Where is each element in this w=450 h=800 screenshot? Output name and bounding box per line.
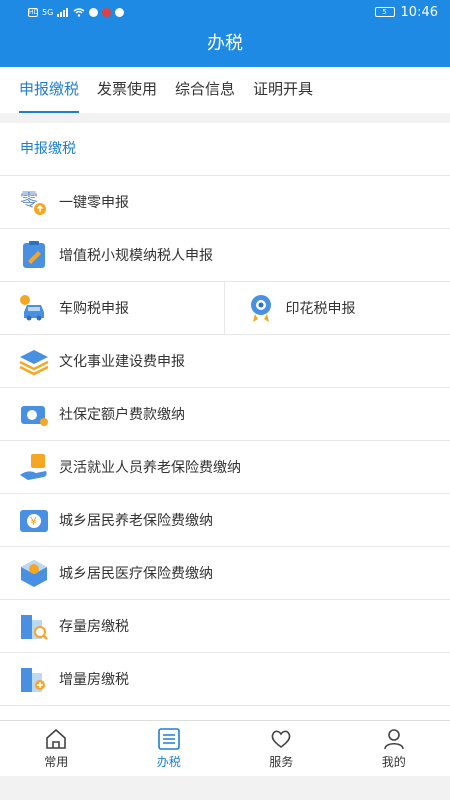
service-list: 申报缴税 零 一键零申报 增值税小规模纳税人申报 车购税申报 印花税申报 文化事… [0, 123, 450, 720]
list-item-label: 车购税申报 [59, 301, 129, 317]
notification-icon [89, 7, 99, 17]
nav-mine[interactable]: 我的 [338, 721, 450, 776]
nav-label: 办税 [156, 755, 181, 769]
tab-general-info[interactable]: 综合信息 [175, 67, 235, 113]
stamp-icon [250, 295, 271, 322]
nav-common[interactable]: 常用 [0, 721, 113, 776]
list-item-new-house[interactable]: 增量房缴税 [0, 653, 450, 706]
list-item-vat-small[interactable]: 增值税小规模纳税人申报 [0, 229, 450, 282]
list-item-flexible-pension[interactable]: 灵活就业人员养老保险费缴纳 [0, 441, 450, 494]
message-icon [115, 7, 125, 17]
status-right: 5 10:46 [374, 4, 438, 20]
home-icon [46, 728, 67, 749]
status-icons: HD 5G [28, 7, 125, 17]
tab-certificate[interactable]: 证明开具 [253, 67, 313, 113]
tab-bar: 申报缴税 发票使用 综合信息 证明开具 [0, 67, 450, 113]
battery-icon: 5 [374, 7, 395, 17]
list-item-label: 存量房缴税 [59, 619, 129, 635]
nav-service[interactable]: 服务 [225, 721, 338, 776]
bottom-nav: 常用 办税 服务 我的 [0, 720, 450, 776]
list-item-label: 灵活就业人员养老保险费缴纳 [59, 460, 241, 476]
list-item-label: 一键零申报 [59, 195, 129, 211]
app-header: HD 5G 5 10:46 办税 [0, 0, 450, 67]
list-row-split: 车购税申报 印花税申报 [0, 282, 450, 335]
list-item-label: 社保定额户费款缴纳 [59, 407, 185, 423]
nav-tax[interactable]: 办税 [113, 721, 226, 776]
list-item-culture-fee[interactable]: 文化事业建设费申报 [0, 335, 450, 388]
nav-label: 常用 [44, 755, 69, 769]
signal-icon [57, 7, 69, 17]
list-item-label: 文化事业建设费申报 [59, 354, 185, 370]
list-item-stamp-tax[interactable]: 印花税申报 [223, 282, 450, 334]
list-item-label: 增量房缴税 [59, 672, 129, 688]
gesture-bar [0, 776, 450, 800]
nav-label: 服务 [269, 755, 294, 769]
heart-icon [271, 730, 291, 748]
app-notification-icon [102, 7, 112, 17]
list-item-label: 城乡居民养老保险费缴纳 [59, 513, 213, 529]
list-item-social-fee[interactable]: 社保定额户费款缴纳 [0, 388, 450, 441]
list-item-zero-declare[interactable]: 零 一键零申报 [0, 176, 450, 229]
tab-declare-pay[interactable]: 申报缴税 [19, 67, 80, 113]
hand-coin-icon [20, 454, 47, 480]
hd-icon: HD [28, 7, 39, 17]
building-plus-icon [21, 668, 45, 692]
status-bar: HD 5G 5 10:46 [0, 0, 450, 24]
list-item-vehicle-tax[interactable]: 车购税申报 [0, 282, 224, 334]
clock: 10:46 [400, 4, 438, 20]
medical-box-icon [21, 560, 47, 587]
list-item-resident-medical[interactable]: 城乡居民医疗保险费缴纳 [0, 547, 450, 600]
user-icon [383, 729, 404, 750]
tab-invoice-use[interactable]: 发票使用 [97, 67, 157, 113]
network-5g-icon: 5G [42, 7, 54, 17]
list-item-resident-pension[interactable]: ¥ 城乡居民养老保险费缴纳 [0, 494, 450, 547]
svg-text:¥: ¥ [30, 515, 37, 528]
car-icon [20, 295, 44, 321]
list-item-stock-house[interactable]: 存量房缴税 [0, 600, 450, 653]
yuan-card-icon: ¥ [20, 510, 48, 532]
nav-label: 我的 [381, 755, 406, 769]
building-search-icon [21, 615, 48, 640]
list-item-label: 城乡居民医疗保险费缴纳 [59, 566, 213, 582]
list-item-label: 印花税申报 [285, 301, 356, 317]
list-icon [157, 728, 180, 750]
wifi-icon [73, 7, 85, 17]
layers-icon [19, 350, 49, 376]
page-title: 办税 [207, 33, 243, 54]
clipboard-icon [23, 241, 45, 268]
section-title: 申报缴税 [0, 123, 450, 176]
wallet-icon [21, 406, 48, 426]
list-item-label: 增值税小规模纳税人申报 [59, 248, 213, 264]
zero-declare-icon: 零 [20, 190, 46, 215]
